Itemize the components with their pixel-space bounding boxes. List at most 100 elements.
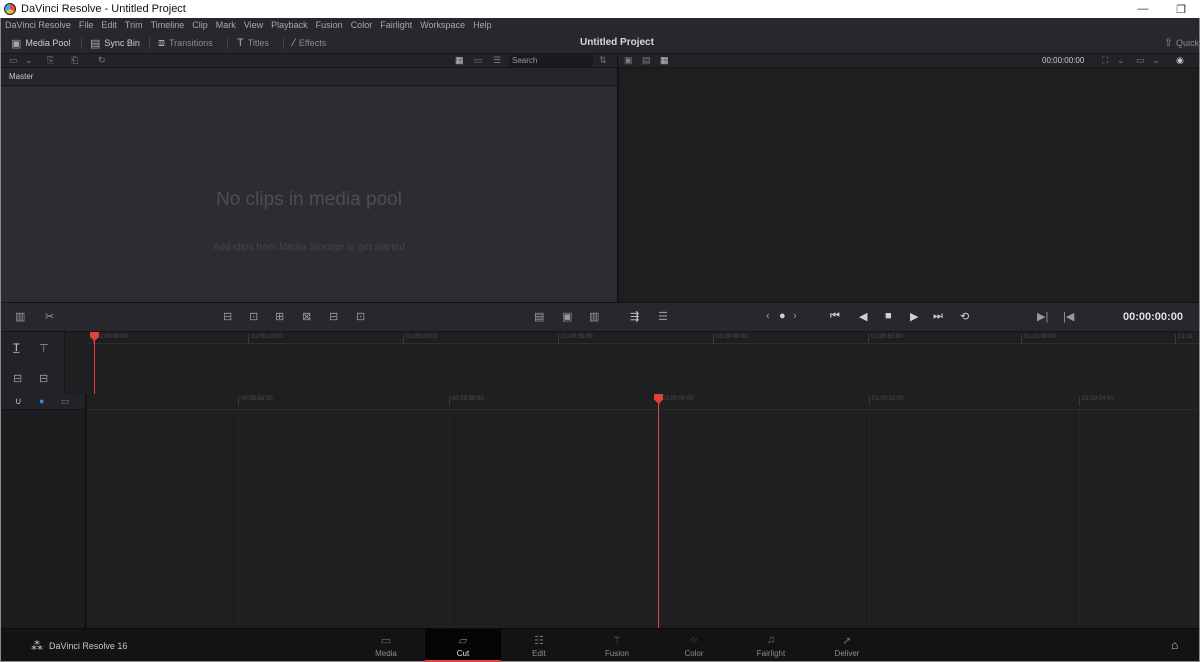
go-to-start-icon[interactable]: ⏮ (830, 310, 840, 323)
menu-fusion[interactable]: Fusion (316, 20, 343, 30)
cut-icon: ▱ (458, 635, 468, 647)
music-note-icon: ♫ (766, 634, 776, 646)
source-overwrite-icon[interactable]: ⊡ (356, 310, 365, 323)
page-tab-deliver[interactable]: ➚ Deliver (809, 629, 885, 662)
go-to-end-icon[interactable]: ⏭ (933, 310, 943, 323)
scissors-icon[interactable]: ✂ (45, 310, 54, 323)
menu-playback[interactable]: Playback (271, 20, 308, 30)
place-on-top-icon[interactable]: ⊟ (329, 310, 338, 323)
menu-fairlight[interactable]: Fairlight (380, 20, 412, 30)
clip-view-icon[interactable]: ▭ (61, 396, 70, 407)
display-output-icon[interactable]: ▭ (1136, 55, 1145, 66)
ruler-tick: 01:01 (1175, 334, 1193, 344)
lower-timeline[interactable] (87, 410, 1199, 628)
timeline-viewer-icon[interactable]: ▦ (660, 55, 669, 66)
ripple-overwrite-icon[interactable]: ⊞ (275, 310, 284, 323)
bin-master[interactable]: Master (9, 72, 33, 81)
upper-timeline[interactable]: 01:00:00:00 01:00:10:00 01:00:20:00 01:0… (87, 332, 1199, 394)
menu-workspace[interactable]: Workspace (420, 20, 465, 30)
project-title: Untitled Project (580, 37, 654, 48)
import-folder-icon[interactable]: ⎗ (71, 55, 78, 66)
sliders-icon[interactable]: ☰ (658, 310, 668, 323)
minimize-button[interactable]: — (1124, 0, 1162, 18)
menu-help[interactable]: Help (473, 20, 492, 30)
page-tab-media[interactable]: ▭ Media (348, 629, 424, 662)
viewer-timecode-top: 00:00:00:00 (1042, 56, 1085, 65)
search-input[interactable]: Search (509, 55, 593, 67)
waveform-viewer-icon[interactable]: ▥ (589, 310, 599, 323)
close-up-icon[interactable]: ⊠ (302, 310, 311, 323)
sync-icon[interactable]: ↻ (98, 55, 106, 66)
chevron-down-icon[interactable]: ⌄ (1117, 55, 1125, 66)
chevron-down-icon[interactable]: ⌄ (25, 55, 33, 66)
page-tab-edit[interactable]: ☷ Edit (501, 629, 577, 662)
menu-davinci-resolve[interactable]: DaVinci Resolve (5, 20, 71, 30)
loop-icon[interactable]: ⟲ (960, 310, 969, 323)
viewer-screen[interactable] (618, 68, 1199, 302)
home-icon[interactable]: ⌂ (1171, 638, 1178, 652)
upper-timeline-ruler[interactable]: 01:00:00:00 01:00:10:00 01:00:20:00 01:0… (87, 332, 1199, 344)
quick-export-button[interactable]: ⇪ Quick (1164, 36, 1199, 49)
upper-playhead[interactable] (94, 332, 95, 394)
page-tab-label: Color (684, 649, 704, 658)
color-palette-icon[interactable]: ◉ (1176, 55, 1184, 66)
audio-track-alt-icon[interactable]: ⊟ (39, 372, 48, 385)
davinci-logo-icon: ⁂ (31, 639, 43, 653)
filmstrip-view-icon[interactable]: ▭ (474, 55, 483, 66)
media-icon: ▭ (380, 635, 392, 647)
play-reverse-icon[interactable]: ◀ (859, 310, 867, 323)
ruler-tick: 01:00:10:00 (248, 334, 283, 344)
media-pool-area[interactable]: No clips in media pool Add clips from Me… (1, 86, 617, 302)
image-viewer-icon[interactable]: ▣ (562, 310, 572, 323)
list-view-icon[interactable]: ☰ (493, 55, 501, 66)
viewer-timecode: 00:00:00:00 (1123, 311, 1183, 323)
page-tab-color[interactable]: ⁘ Color (656, 629, 732, 662)
menu-trim[interactable]: Trim (125, 20, 143, 30)
track-header-column (1, 410, 85, 628)
lower-playhead[interactable] (658, 396, 659, 628)
audio-waveform-icon[interactable]: ▥ (15, 310, 25, 323)
lower-timeline-ruler[interactable]: 00:59:56:00 00:59:58:00 01:00:00:00 01:0… (87, 394, 1199, 410)
track-split-icon[interactable]: ⊤ (39, 342, 49, 355)
menu-color[interactable]: Color (351, 20, 373, 30)
source-tape-icon[interactable]: ▤ (642, 55, 651, 66)
page-tab-label: Deliver (834, 649, 860, 658)
source-clip-icon[interactable]: ▣ (624, 55, 633, 66)
menu-clip[interactable]: Clip (192, 20, 208, 30)
jog-dot-icon[interactable]: ● (779, 310, 786, 322)
menu-edit[interactable]: Edit (101, 20, 117, 30)
audio-track-icon[interactable]: ⊟ (13, 372, 22, 385)
menu-mark[interactable]: Mark (216, 20, 236, 30)
ruler-tick: 00:59:56:00 (238, 396, 273, 406)
page-tab-fusion[interactable]: ⚚ Fusion (579, 629, 655, 662)
maximize-button[interactable]: ❐ (1162, 0, 1200, 18)
dual-viewer-icon[interactable]: ▤ (534, 310, 544, 323)
thumbnail-view-icon[interactable]: ▦ (455, 55, 464, 66)
page-tab-cut[interactable]: ▱ Cut (425, 629, 501, 662)
smart-insert-icon[interactable]: ⊟ (223, 310, 232, 323)
safe-area-icon[interactable]: ⛶ (1102, 55, 1108, 66)
chevron-down-icon[interactable]: ⌄ (1152, 55, 1160, 66)
page-tab-fairlight[interactable]: ♫ Fairlight (733, 629, 809, 662)
import-media-icon[interactable]: ⎘ (47, 55, 54, 66)
stop-icon[interactable]: ■ (885, 310, 892, 322)
chevron-left-icon[interactable]: ‹ (766, 310, 770, 322)
quick-export-label: Quick (1175, 37, 1199, 48)
mark-out-icon[interactable]: |◀ (1063, 310, 1074, 323)
color-icon: ⁘ (689, 635, 699, 647)
chevron-right-icon[interactable]: › (793, 310, 797, 322)
menu-view[interactable]: View (244, 20, 263, 30)
append-icon[interactable]: ⊡ (249, 310, 258, 323)
sidebar-toggle-icon[interactable]: ▭ (9, 55, 18, 66)
menu-timeline[interactable]: Timeline (151, 20, 185, 30)
menu-file[interactable]: File (79, 20, 94, 30)
play-icon[interactable]: ▶ (910, 310, 918, 323)
menu-bar: DaVinci Resolve File Edit Trim Timeline … (1, 18, 1199, 32)
title-track-icon[interactable]: T̲ (13, 342, 20, 354)
sort-icon[interactable]: ⇅ (599, 55, 607, 66)
snapping-icon[interactable]: ∪ (15, 396, 22, 407)
mark-in-icon[interactable]: ▶| (1037, 310, 1048, 323)
fast-review-icon[interactable]: ⇶ (630, 310, 639, 323)
flag-icon[interactable]: ● (39, 396, 44, 406)
timeline-tools-panel: T̲ ⊤ ⊟ ⊟ (1, 332, 65, 394)
